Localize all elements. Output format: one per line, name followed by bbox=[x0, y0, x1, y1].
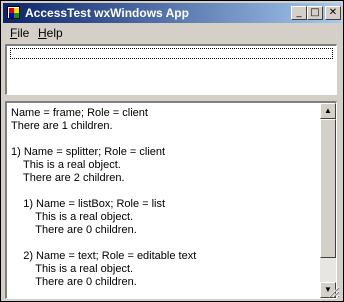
close-button[interactable]: ✕ bbox=[325, 6, 341, 20]
text-control[interactable]: Name = frame; Role = client There are 1 c… bbox=[5, 101, 337, 299]
text-line: This is a real object. bbox=[11, 211, 134, 223]
minimize-button[interactable]: _ bbox=[291, 6, 307, 20]
text-line: There are 1 children. bbox=[11, 120, 113, 132]
text-line: 1) Name = splitter; Role = client bbox=[11, 146, 166, 158]
vertical-scrollbar[interactable]: ▲ ▼ bbox=[320, 103, 336, 298]
window-title: AccessTest wxWindows App bbox=[25, 6, 189, 20]
maximize-button[interactable]: □ bbox=[307, 6, 323, 20]
title-bar[interactable]: AccessTest wxWindows App _ □ ✕ bbox=[3, 3, 341, 23]
app-icon[interactable] bbox=[7, 6, 20, 19]
text-line: 1) Name = listBox; Role = list bbox=[11, 198, 166, 210]
menu-file[interactable]: File bbox=[10, 26, 29, 40]
scroll-thumb[interactable] bbox=[320, 119, 336, 258]
text-line bbox=[11, 185, 311, 198]
text-line: There are 0 children. bbox=[11, 276, 137, 288]
text-line: There are 0 children. bbox=[11, 224, 137, 236]
menu-help-rest: elp bbox=[46, 26, 63, 40]
text-line bbox=[11, 133, 311, 146]
text-line: 2) Name = text; Role = editable text bbox=[11, 250, 197, 262]
text-content: Name = frame; Role = client There are 1 c… bbox=[11, 107, 311, 289]
menu-bar: File Help bbox=[3, 24, 341, 42]
menu-help[interactable]: Help bbox=[38, 26, 63, 40]
list-box[interactable] bbox=[5, 44, 337, 95]
text-line: This is a real object. bbox=[11, 263, 134, 275]
scroll-up-button[interactable]: ▲ bbox=[320, 103, 336, 119]
text-line bbox=[11, 237, 311, 250]
text-line: This is a real object. bbox=[11, 159, 121, 171]
menu-file-rest: ile bbox=[17, 26, 30, 40]
text-line: There are 2 children. bbox=[11, 172, 125, 184]
app-window: AccessTest wxWindows App _ □ ✕ File Help… bbox=[0, 0, 344, 302]
resize-grip-icon[interactable] bbox=[328, 286, 340, 298]
menu-help-accel: H bbox=[38, 26, 47, 40]
text-line: Name = frame; Role = client bbox=[11, 107, 148, 119]
list-item-focus[interactable] bbox=[10, 48, 333, 59]
